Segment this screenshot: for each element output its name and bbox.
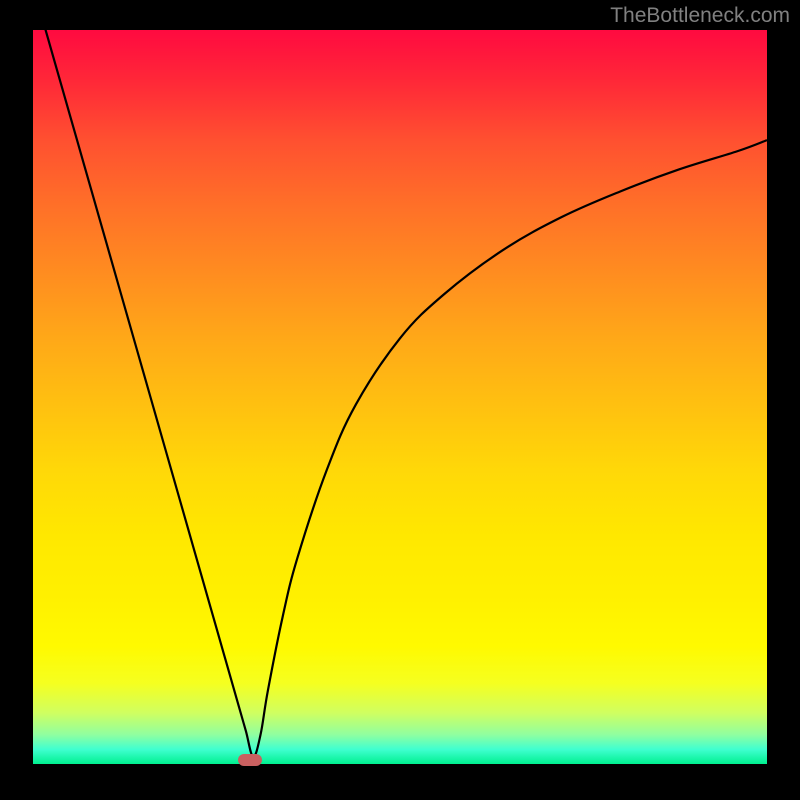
chart-curve-svg [33, 30, 767, 764]
bottleneck-chart [33, 30, 767, 764]
optimal-point-marker [238, 754, 262, 766]
watermark-text: TheBottleneck.com [610, 4, 790, 28]
bottleneck-curve [33, 30, 767, 757]
